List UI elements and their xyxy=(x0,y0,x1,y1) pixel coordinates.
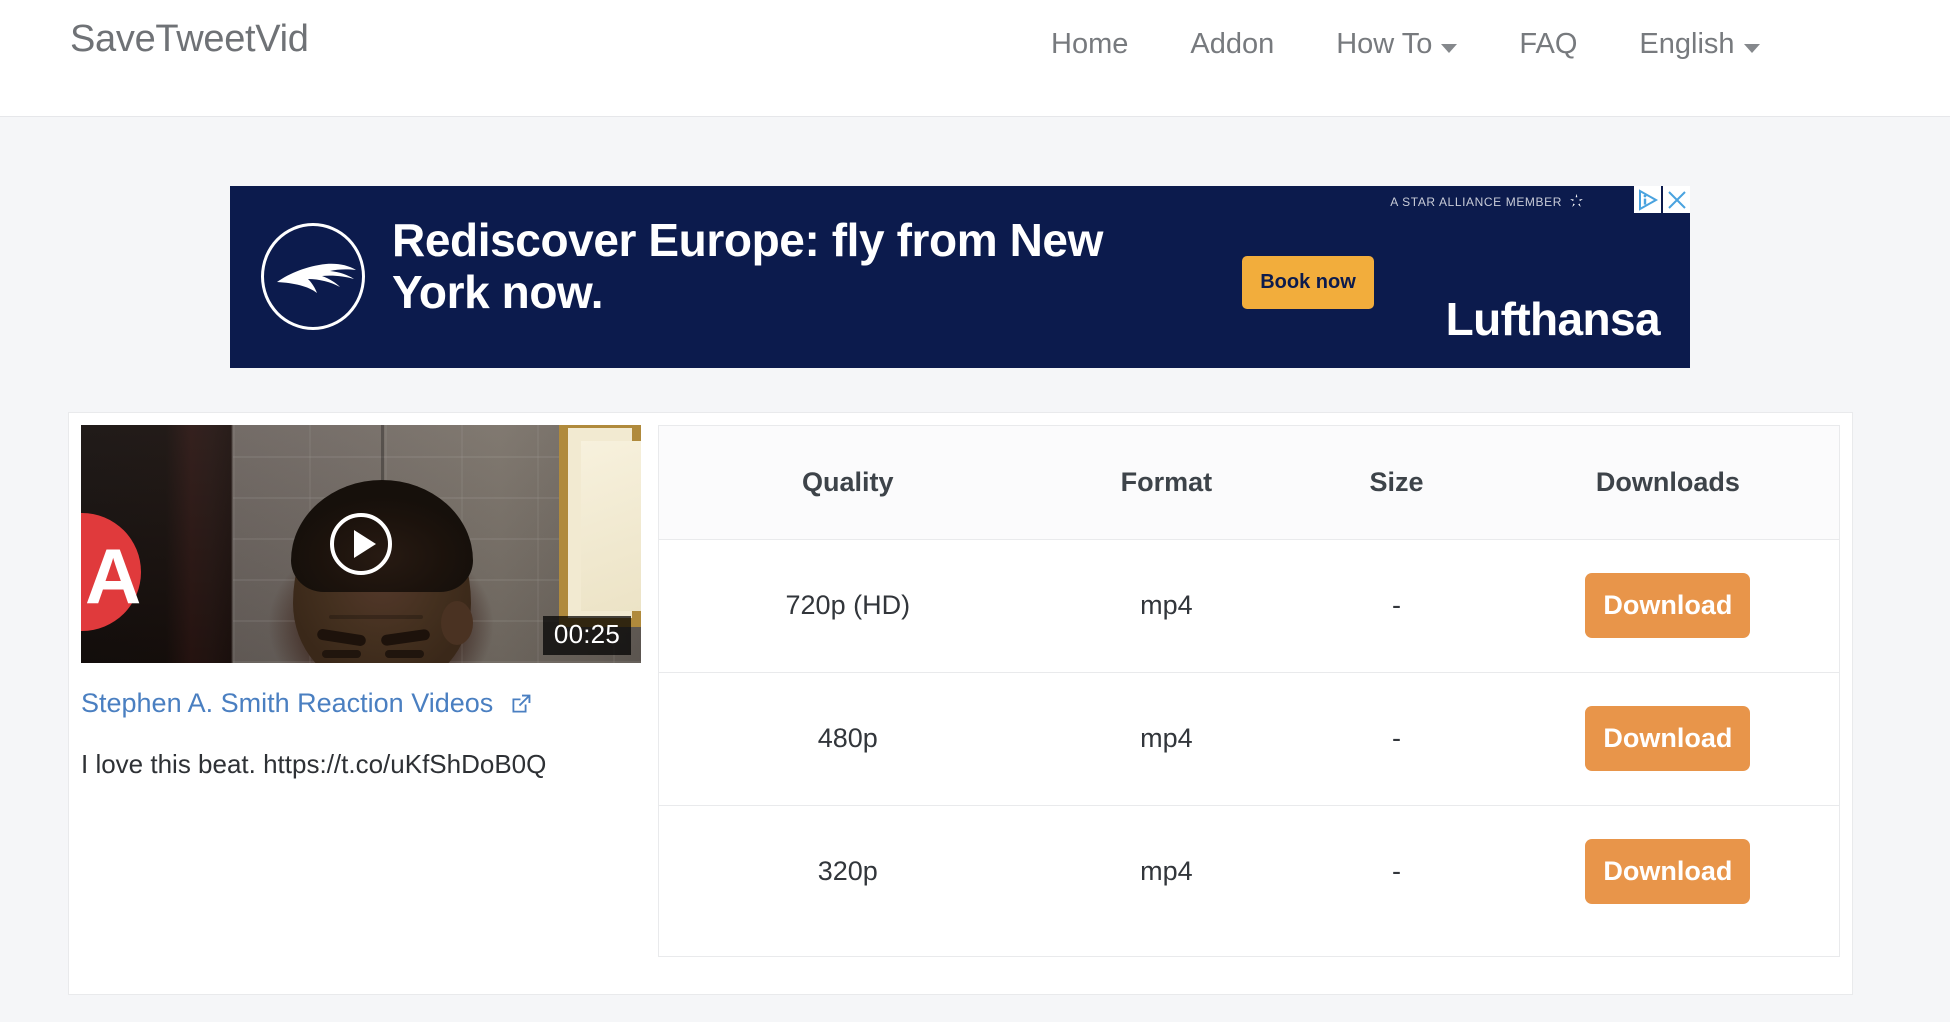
chevron-down-icon xyxy=(1743,44,1760,53)
table-header-row: Quality Format Size Downloads xyxy=(659,426,1839,540)
nav-label: Home xyxy=(1051,28,1129,60)
cell-size: - xyxy=(1296,672,1497,806)
download-button[interactable]: Download xyxy=(1585,706,1751,771)
play-triangle xyxy=(353,530,376,558)
adchoices-icon[interactable] xyxy=(1634,186,1661,213)
cell-format: mp4 xyxy=(1036,672,1297,806)
cell-format: mp4 xyxy=(1140,856,1193,887)
star-alliance-label: A STAR ALLIANCE MEMBER xyxy=(1390,193,1585,210)
main-navigation: Home Addon How To FAQ English xyxy=(1020,28,1791,61)
cell-download: Download xyxy=(1496,672,1839,806)
ad-advertiser-name: Lufthansa xyxy=(1445,293,1661,345)
cell-quality: 320p xyxy=(817,856,878,887)
cell-quality: 720p (HD) xyxy=(659,539,1037,673)
cell-size: - xyxy=(1391,856,1401,887)
logo-bar xyxy=(81,521,107,537)
video-duration-badge: 00:25 xyxy=(542,616,631,655)
logo-letter: A xyxy=(85,532,142,620)
ad-headline: Rediscover Europe: fly from New York now… xyxy=(392,214,1103,318)
chevron-down-icon xyxy=(1441,44,1458,53)
alliance-text: A STAR ALLIANCE MEMBER xyxy=(1390,194,1562,209)
video-thumbnail[interactable]: A 00:25 xyxy=(81,425,641,663)
ad-book-now-button[interactable]: Book now xyxy=(1242,256,1374,309)
video-preview-column: A 00:25 Stephen A. Smith Reaction Videos xyxy=(81,425,641,780)
download-button[interactable]: Download xyxy=(1585,839,1751,905)
download-button[interactable]: Download xyxy=(1585,573,1751,638)
nav-item-home[interactable]: Home xyxy=(1020,28,1159,61)
table-row: 720p (HD) mp4 - Download xyxy=(659,539,1839,673)
ad-controls xyxy=(1634,186,1690,213)
site-logo[interactable]: SaveTweetVid xyxy=(70,18,309,61)
column-header-downloads: Downloads xyxy=(1496,426,1839,540)
result-card: A 00:25 Stephen A. Smith Reaction Videos xyxy=(68,412,1853,995)
lufthansa-crane-logo-icon xyxy=(261,223,365,330)
table-row: 320p mp4 - Download xyxy=(659,805,1839,938)
nav-item-addon[interactable]: Addon xyxy=(1159,28,1305,61)
video-title-link[interactable]: Stephen A. Smith Reaction Videos xyxy=(81,688,641,723)
nav-item-faq[interactable]: FAQ xyxy=(1488,28,1608,61)
frame-canvas xyxy=(581,441,641,611)
cell-download: Download xyxy=(1497,805,1839,938)
cell-format: mp4 xyxy=(1036,539,1297,673)
person-eye-right xyxy=(385,650,424,658)
close-icon[interactable] xyxy=(1663,186,1690,213)
table-body: 720p (HD) mp4 - Download 480p mp4 - Down… xyxy=(659,539,1839,938)
nav-label: How To xyxy=(1336,28,1433,60)
downloads-table-card: Quality Format Size Downloads 720p (HD) … xyxy=(658,425,1840,957)
table-row: 480p mp4 - Download xyxy=(659,672,1839,806)
column-header-format: Format xyxy=(1036,426,1297,540)
nav-label: English xyxy=(1639,28,1735,60)
nav-item-how-to[interactable]: How To xyxy=(1305,28,1488,61)
person-ear xyxy=(441,601,473,645)
nav-label: FAQ xyxy=(1519,28,1578,60)
ad-content[interactable]: Rediscover Europe: fly from New York now… xyxy=(230,186,1690,368)
video-title-text: Stephen A. Smith Reaction Videos xyxy=(81,688,494,718)
external-link-icon xyxy=(509,692,533,723)
person-forehead xyxy=(329,615,423,619)
advertisement-banner[interactable]: Rediscover Europe: fly from New York now… xyxy=(230,186,1690,368)
play-icon[interactable] xyxy=(330,513,392,575)
table-header: Quality Format Size Downloads xyxy=(659,426,1839,540)
cell-size: - xyxy=(1296,539,1497,673)
column-header-quality: Quality xyxy=(659,426,1037,540)
video-description: I love this beat. https://t.co/uKfShDoB0… xyxy=(81,749,547,779)
star-alliance-icon xyxy=(1570,193,1583,208)
nav-item-language[interactable]: English xyxy=(1608,28,1790,61)
site-header: SaveTweetVid Home Addon How To FAQ Engli… xyxy=(0,0,1950,117)
cell-download: Download xyxy=(1496,539,1839,673)
column-header-size: Size xyxy=(1296,426,1497,540)
person-eye-left xyxy=(322,650,361,658)
downloads-table: Quality Format Size Downloads 720p (HD) … xyxy=(659,426,1839,938)
nav-label: Addon xyxy=(1190,28,1275,60)
cell-quality: 480p xyxy=(659,672,1037,806)
